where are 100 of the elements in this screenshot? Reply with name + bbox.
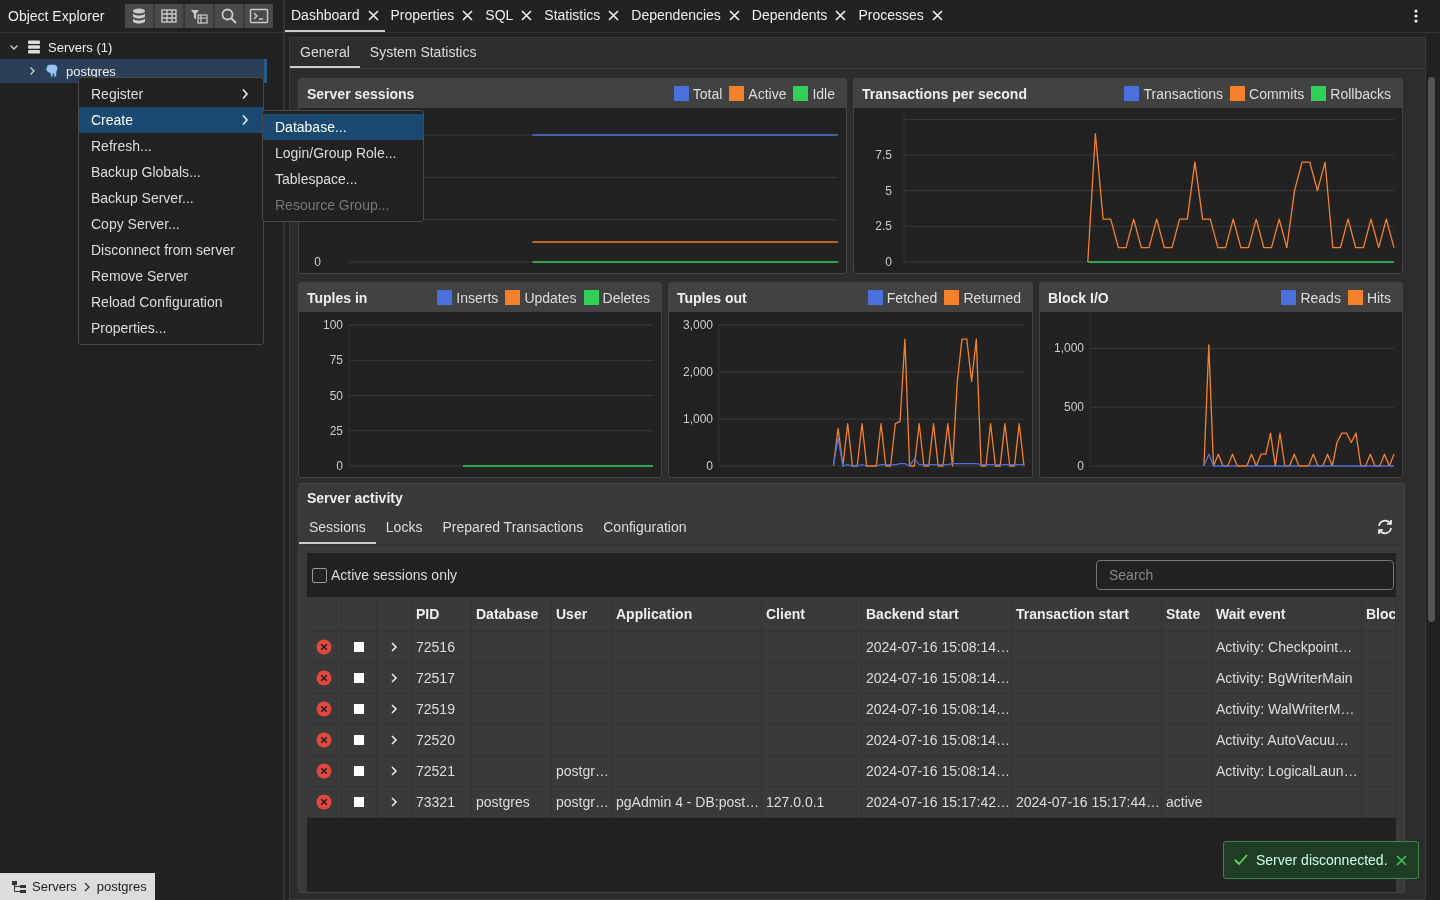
scrollbar[interactable] xyxy=(1428,77,1435,622)
table-cell: postgr… xyxy=(556,763,609,779)
column-header[interactable]: Wait event xyxy=(1216,606,1286,622)
cancel-icon[interactable] xyxy=(316,794,332,810)
tab[interactable]: Dependents xyxy=(745,0,853,32)
legend-label[interactable]: Idle xyxy=(812,85,835,102)
menu-item[interactable]: Database... xyxy=(263,114,423,140)
tab[interactable]: Configuration xyxy=(593,512,697,544)
tab[interactable]: SQL xyxy=(479,0,539,32)
menu-item[interactable]: Disconnect from server xyxy=(79,237,263,263)
chevron-icon[interactable] xyxy=(389,672,399,684)
table-cell: 72520 xyxy=(416,732,455,748)
menu-item[interactable]: Backup Server... xyxy=(79,185,263,211)
legend-label[interactable]: Updates xyxy=(524,289,577,306)
chevron-icon[interactable] xyxy=(389,734,399,746)
menu-item[interactable]: Refresh... xyxy=(79,133,263,159)
column-header[interactable]: PID xyxy=(416,606,440,622)
axis-label: 1,000 xyxy=(1053,341,1084,356)
table-cell: Activity: WalWriterM… xyxy=(1216,701,1355,717)
tab[interactable]: Processes xyxy=(852,0,949,32)
table-cell: 2024-07-16 15:17:44… xyxy=(1016,794,1160,810)
search-field[interactable]: Search xyxy=(1096,560,1394,590)
table-cell: Activity: LogicalLaun… xyxy=(1216,763,1358,779)
column-header[interactable]: User xyxy=(556,606,588,622)
chevron-icon[interactable] xyxy=(389,765,399,777)
terminal-icon[interactable] xyxy=(245,4,273,28)
table-cell: postgr… xyxy=(556,794,609,810)
chart-title: Tuples out xyxy=(677,289,747,306)
elephant-icon xyxy=(44,63,60,79)
axis-label: 0 xyxy=(1077,459,1084,473)
checkbox-label[interactable]: Active sessions only xyxy=(331,567,458,583)
legend-label[interactable]: Total xyxy=(692,85,723,102)
legend-label[interactable]: Hits xyxy=(1366,289,1391,306)
tab[interactable]: Dependencies xyxy=(625,0,746,32)
chevron-icon xyxy=(241,88,249,100)
database-icon[interactable] xyxy=(125,4,153,28)
cancel-icon[interactable] xyxy=(316,732,332,748)
tab[interactable]: General xyxy=(290,38,360,68)
menu-item[interactable]: Create xyxy=(79,107,263,133)
table-cell: postgres xyxy=(476,794,530,810)
cancel-icon[interactable] xyxy=(316,763,332,779)
menu-item[interactable]: Copy Server... xyxy=(79,211,263,237)
tab[interactable]: Locks xyxy=(375,512,433,544)
column-header[interactable]: Transaction start xyxy=(1016,606,1129,622)
axis-label: 50 xyxy=(329,388,343,403)
chevron-icon[interactable] xyxy=(389,641,399,653)
cancel-icon[interactable] xyxy=(316,701,332,717)
cancel-icon[interactable] xyxy=(316,670,332,686)
refresh-icon[interactable] xyxy=(1376,519,1394,535)
legend-label[interactable]: Active xyxy=(748,85,787,102)
menu-item[interactable]: Register xyxy=(79,81,263,107)
menu-item[interactable]: Login/Group Role... xyxy=(263,140,423,166)
chevron-icon xyxy=(241,114,249,126)
table-cell: 2024-07-16 15:08:14… xyxy=(866,701,1010,717)
check-icon xyxy=(1234,854,1248,866)
checkbox[interactable] xyxy=(312,567,327,583)
menu-item[interactable]: Reload Configuration xyxy=(79,289,263,315)
table-cell: 72517 xyxy=(416,670,455,686)
tab[interactable]: Sessions xyxy=(299,512,376,544)
chevron-icon[interactable] xyxy=(389,796,399,808)
axis-label: 500 xyxy=(1063,400,1084,415)
chevron-icon[interactable] xyxy=(389,703,399,715)
column-header[interactable]: Database xyxy=(476,606,539,622)
legend-label[interactable]: Transactions xyxy=(1143,85,1224,102)
tab[interactable]: Dashboard xyxy=(285,0,385,32)
more-icon[interactable] xyxy=(1414,9,1418,23)
legend-label[interactable]: Fetched xyxy=(886,289,938,306)
menu-item[interactable]: Tablespace... xyxy=(263,166,423,192)
column-header[interactable]: State xyxy=(1166,606,1201,622)
legend-label[interactable]: Commits xyxy=(1249,85,1305,102)
tab[interactable]: Prepared Transactions xyxy=(432,512,594,544)
tab[interactable]: Properties xyxy=(384,0,480,32)
legend-label[interactable]: Rollbacks xyxy=(1330,85,1391,102)
axis-label: 25 xyxy=(329,423,343,438)
axis-label: 0 xyxy=(706,459,713,473)
column-header[interactable]: Client xyxy=(766,606,805,622)
filtered-table-icon[interactable] xyxy=(185,4,213,28)
legend-label[interactable]: Returned xyxy=(963,289,1021,306)
search-icon[interactable] xyxy=(215,4,243,28)
tab[interactable]: System Statistics xyxy=(359,38,487,68)
breadcrumb-item[interactable]: postgres xyxy=(96,879,147,894)
column-header[interactable]: Application xyxy=(616,606,693,622)
menu-item[interactable]: Properties... xyxy=(79,315,263,341)
table-cell: 73321 xyxy=(416,794,455,810)
tree-item[interactable]: Servers (1) xyxy=(0,35,283,59)
menu-item[interactable]: Remove Server xyxy=(79,263,263,289)
column-header[interactable]: Backend start xyxy=(866,606,959,622)
legend-label[interactable]: Deletes xyxy=(602,289,650,306)
legend-label[interactable]: Reads xyxy=(1300,289,1341,306)
tab[interactable]: Statistics xyxy=(538,0,626,32)
cancel-icon[interactable] xyxy=(316,639,332,655)
table-cell: Activity: BgWriterMain xyxy=(1216,670,1353,686)
axis-label: 0 xyxy=(336,459,343,473)
menu-item[interactable]: Backup Globals... xyxy=(79,159,263,185)
axis-label: 3,000 xyxy=(682,318,713,332)
table-cell: pgAdmin 4 - DB:post… xyxy=(616,794,760,810)
breadcrumb-item[interactable]: Servers xyxy=(32,879,77,894)
table-icon[interactable] xyxy=(155,4,183,28)
legend-label[interactable]: Inserts xyxy=(456,289,499,306)
axis-label: 75 xyxy=(329,353,343,368)
